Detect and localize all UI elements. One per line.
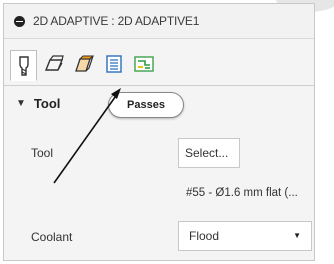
geometry-icon <box>44 54 64 71</box>
coolant-dropdown[interactable]: Flood ▼ <box>178 221 312 251</box>
coolant-label: Coolant <box>31 230 73 244</box>
tooltip-passes: Passes <box>108 92 184 118</box>
tool-section-header[interactable]: ▼ Tool <box>16 96 60 111</box>
heights-icon <box>74 55 94 72</box>
linking-icon <box>133 55 154 72</box>
tool-label: Tool <box>31 146 54 160</box>
dialog-titlebar: 2D ADAPTIVE : 2D ADAPTIVE1 <box>4 4 314 39</box>
tab-heights[interactable] <box>70 50 97 77</box>
passes-icon <box>105 54 122 73</box>
tab-tool[interactable] <box>10 50 37 81</box>
collapse-triangle-icon: ▼ <box>16 98 26 109</box>
operation-dialog: 2D ADAPTIVE : 2D ADAPTIVE1 ▼ Tool Passes… <box>3 3 315 261</box>
coolant-value: Flood <box>189 229 220 243</box>
collapse-icon[interactable] <box>14 15 25 27</box>
tab-bar <box>4 45 314 86</box>
dialog-title: 2D ADAPTIVE : 2D ADAPTIVE1 <box>33 14 200 28</box>
select-tool-button[interactable]: Select... <box>178 138 240 168</box>
dropdown-arrow-icon: ▼ <box>293 231 301 240</box>
tool-bit-icon <box>18 55 29 76</box>
tab-passes[interactable] <box>100 50 127 77</box>
tab-linking[interactable] <box>130 50 157 77</box>
section-title: Tool <box>33 96 61 111</box>
tab-geometry[interactable] <box>40 50 67 77</box>
tool-section: ▼ Tool Passes Tool Select... #55 - Ø1.6 … <box>4 86 314 260</box>
tool-description: #55 - Ø1.6 mm flat (... <box>186 187 298 199</box>
